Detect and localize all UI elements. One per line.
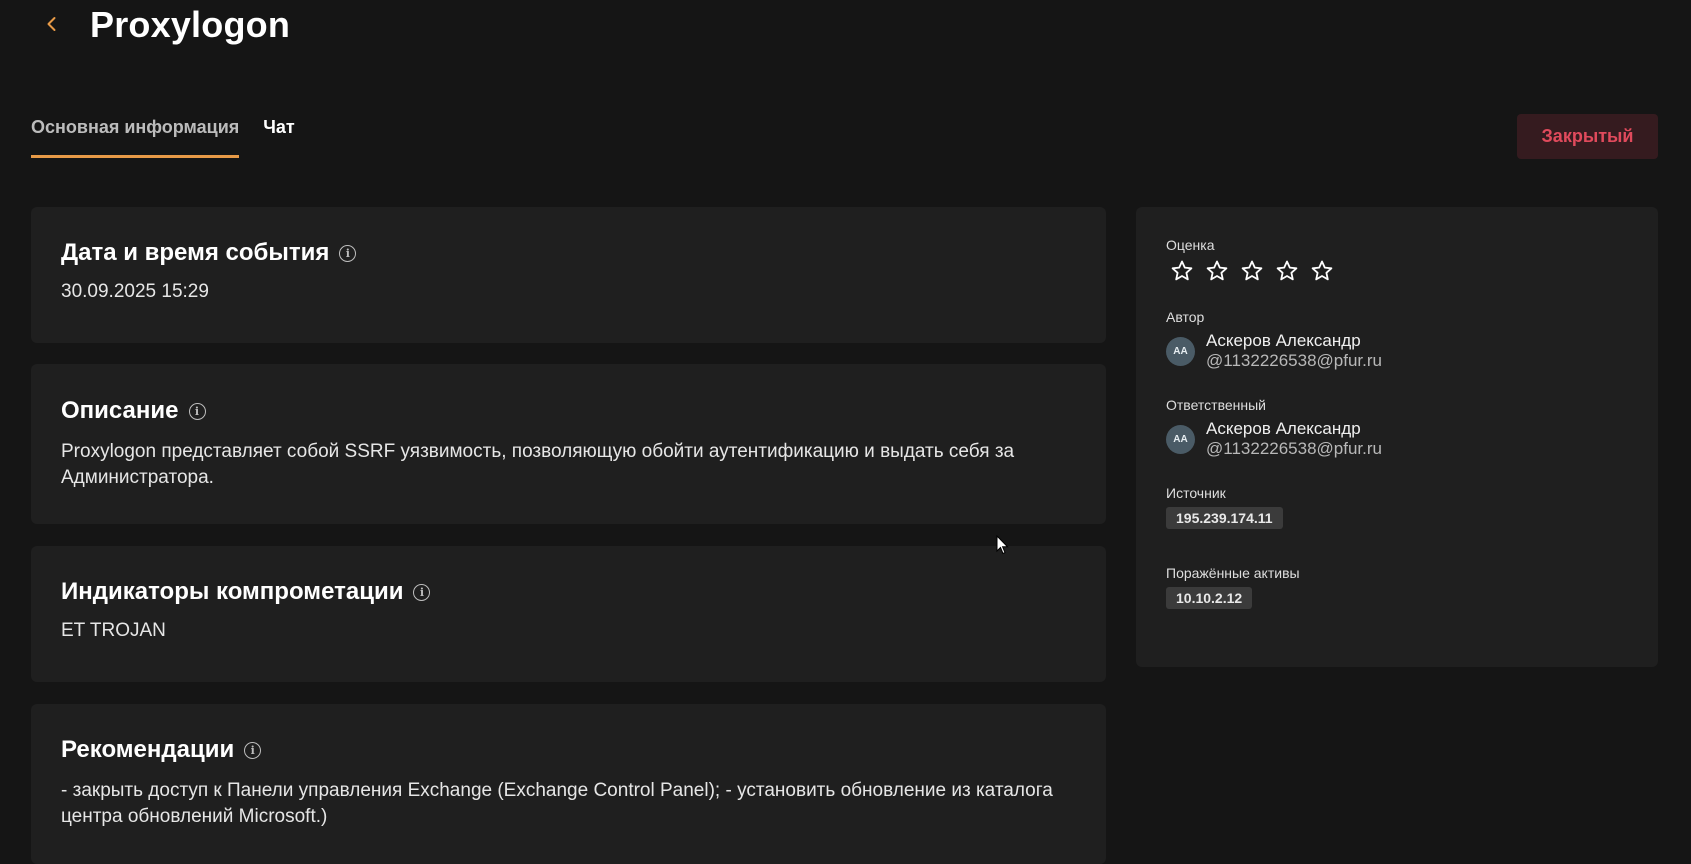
mouse-cursor-icon [996,535,1009,555]
ioc-card: Индикаторы компрометации i ET TROJAN [31,546,1106,682]
star-icon[interactable] [1310,259,1334,283]
asset-ip-chip[interactable]: 10.10.2.12 [1166,587,1253,609]
event-datetime-value: 30.09.2025 15:29 [61,281,209,302]
tab-chat[interactable]: Чат [263,112,294,158]
responsible-label: Ответственный [1166,397,1266,413]
responsible-email: @1132226538@pfur.ru [1206,439,1382,458]
responsible-user[interactable]: АА Аскеров Александр @1132226538@pfur.ru [1166,419,1628,459]
assets-label: Поражённые активы [1166,565,1300,581]
description-title: Описание [61,397,179,424]
author-user[interactable]: АА Аскеров Александр @1132226538@pfur.ru [1166,331,1628,371]
info-icon[interactable]: i [188,402,206,420]
star-icon[interactable] [1205,259,1229,283]
author-name: Аскеров Александр [1206,331,1361,350]
back-button[interactable] [38,8,66,40]
rating-stars[interactable] [1170,259,1628,283]
responsible-name: Аскеров Александр [1206,419,1361,438]
rating-label: Оценка [1166,237,1215,253]
tab-bar: Основная информация Чат [31,112,295,158]
info-icon[interactable]: i [339,244,357,262]
star-icon[interactable] [1170,259,1194,283]
chevron-left-icon [47,17,56,31]
star-icon[interactable] [1275,259,1299,283]
event-datetime-title: Дата и время события [61,239,330,266]
description-text: Proxylogon представляет собой SSRF уязви… [61,441,1015,488]
tab-main-info[interactable]: Основная информация [31,112,240,158]
source-ip-chip[interactable]: 195.239.174.11 [1166,507,1283,529]
status-button[interactable]: Закрытый [1517,114,1658,159]
event-datetime-card: Дата и время события i 30.09.2025 15:29 [31,207,1106,343]
ioc-title: Индикаторы компрометации [61,578,404,605]
star-icon[interactable] [1240,259,1264,283]
info-icon[interactable]: i [413,583,431,601]
recommendations-text: - закрыть доступ к Панели управления Exc… [61,780,1053,827]
author-label: Автор [1166,309,1205,325]
ioc-value: ET TROJAN [61,620,166,641]
author-email: @1132226538@pfur.ru [1206,351,1382,370]
avatar: АА [1166,424,1195,454]
source-label: Источник [1166,485,1226,501]
details-panel: Оценка Автор АА Аскеров Александр @11322… [1136,207,1658,667]
recommendations-title: Рекомендации [61,736,235,763]
info-icon[interactable]: i [244,741,262,759]
avatar: АА [1166,336,1195,366]
description-card: Описание i Proxylogon представляет собой… [31,364,1106,524]
page-title: Proxylogon [90,4,291,45]
recommendations-card: Рекомендации i - закрыть доступ к Панели… [31,704,1106,864]
